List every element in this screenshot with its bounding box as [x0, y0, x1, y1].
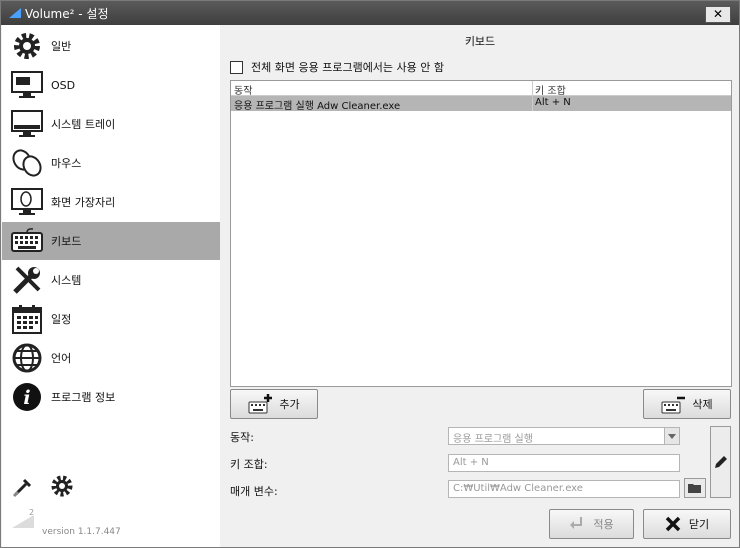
sidebar-item-label: 언어: [51, 352, 72, 365]
apply-button[interactable]: 적용: [549, 509, 634, 539]
table-header: 동작 키 조합: [231, 81, 731, 97]
column-header-keys[interactable]: 키 조합: [535, 82, 566, 97]
sidebar-item-system-tray[interactable]: 시스템 트레이: [2, 105, 220, 143]
column-divider[interactable]: [532, 81, 533, 111]
keys-label: 키 조합:: [230, 458, 268, 471]
parameter-label: 매개 변수:: [230, 485, 278, 498]
add-button[interactable]: 추가: [230, 389, 318, 419]
sidebar-item-general[interactable]: 일반: [2, 27, 220, 65]
cell-action: 응용 프로그램 실행 Adw Cleaner.exe: [234, 101, 401, 112]
sidebar-item-label: 일반: [51, 40, 72, 53]
version-label: version 1.1.7.447: [42, 527, 121, 537]
sidebar-item-label: 시스템 트레이: [51, 118, 116, 131]
sidebar-item-mouse[interactable]: 마우스: [2, 144, 220, 182]
sidebar-item-about[interactable]: i 프로그램 정보: [2, 378, 220, 416]
settings-gear-icon[interactable]: [50, 474, 74, 498]
globe-icon: [10, 341, 44, 375]
browse-folder-button[interactable]: [684, 478, 706, 498]
key-combo-field[interactable]: Alt + N: [448, 454, 680, 472]
sidebar-item-label: 마우스: [51, 157, 82, 170]
cell-keys: Alt + N: [535, 97, 571, 108]
sidebar-item-label: 키보드: [51, 235, 82, 248]
keyboard-add-icon: [248, 394, 273, 414]
calendar-icon: [10, 302, 44, 336]
sidebar-item-label: 일정: [51, 313, 72, 326]
edit-button[interactable]: [710, 426, 731, 498]
mouse-icon: [10, 146, 44, 180]
gear-icon: [10, 29, 44, 63]
add-label: 추가: [279, 398, 300, 411]
info-icon: i: [10, 380, 44, 414]
volume2-logo: 2: [12, 508, 34, 532]
column-header-action[interactable]: 동작: [234, 82, 252, 97]
sidebar-item-language[interactable]: 언어: [2, 339, 220, 377]
close-window-button[interactable]: ✕: [705, 6, 731, 23]
sidebar-item-keyboard[interactable]: 키보드: [2, 222, 220, 260]
keyboard-icon: [10, 224, 44, 258]
volume-app-icon: [9, 8, 21, 18]
delete-button[interactable]: 삭제: [643, 389, 731, 419]
hotkey-table[interactable]: 동작 키 조합 응용 프로그램 실행 Adw Cleaner.exe Alt +…: [230, 80, 732, 387]
fullscreen-disable-checkbox[interactable]: 전체 화면 응용 프로그램에서는 사용 안 함: [230, 59, 444, 75]
keyboard-remove-icon: [661, 396, 686, 414]
checkbox-label: 전체 화면 응용 프로그램에서는 사용 안 함: [251, 61, 445, 74]
delete-label: 삭제: [692, 398, 713, 411]
main-panel: 키보드 전체 화면 응용 프로그램에서는 사용 안 함 동작 키 조합 응용 프…: [222, 25, 738, 547]
checkbox-box[interactable]: [230, 60, 243, 74]
section-title: 키보드: [464, 35, 496, 48]
chevron-down-icon[interactable]: [664, 428, 679, 444]
title-bar[interactable]: Volume² - 설정 ✕: [1, 1, 739, 25]
action-label: 동작:: [230, 431, 254, 444]
svg-text:i: i: [23, 387, 30, 409]
sidebar-item-schedule[interactable]: 일정: [2, 300, 220, 338]
sidebar-item-label: 시스템: [51, 274, 82, 287]
sidebar-item-system[interactable]: 시스템: [2, 261, 220, 299]
window-title: Volume² - 설정: [25, 7, 109, 21]
screen-edge-icon: [10, 185, 44, 219]
sidebar-item-screen-edge[interactable]: 화면 가장자리: [2, 183, 220, 221]
enter-arrow-icon: [570, 517, 583, 529]
sidebar-item-label: 프로그램 정보: [51, 391, 116, 404]
parameter-field[interactable]: C:₩Util₩Adw Cleaner.exe: [448, 480, 680, 498]
pencil-icon: [714, 456, 727, 468]
sidebar-item-label: 화면 가장자리: [51, 196, 116, 209]
close-button[interactable]: 닫기: [643, 509, 731, 539]
close-icon: [665, 516, 681, 532]
monitor-icon: [10, 68, 44, 102]
tray-monitor-icon: [10, 107, 44, 141]
sidebar: 일반 OSD 시스템 트레이 마우스 화면 가장자리 키보드 시스템 일정 언어…: [2, 25, 220, 547]
folder-icon: [688, 483, 701, 493]
settings-window: Volume² - 설정 ✕ 일반 OSD 시스템 트레이 마우스 화면 가장자…: [0, 0, 740, 548]
sidebar-item-osd[interactable]: OSD: [2, 66, 220, 104]
sidebar-item-label: OSD: [51, 78, 76, 92]
tools-icon: [10, 263, 44, 297]
apply-label: 적용: [593, 518, 614, 531]
action-select[interactable]: 응용 프로그램 실행: [448, 427, 680, 445]
table-row[interactable]: 응용 프로그램 실행 Adw Cleaner.exe Alt + N: [231, 96, 731, 112]
close-label: 닫기: [688, 518, 710, 531]
brush-icon[interactable]: [12, 476, 34, 498]
